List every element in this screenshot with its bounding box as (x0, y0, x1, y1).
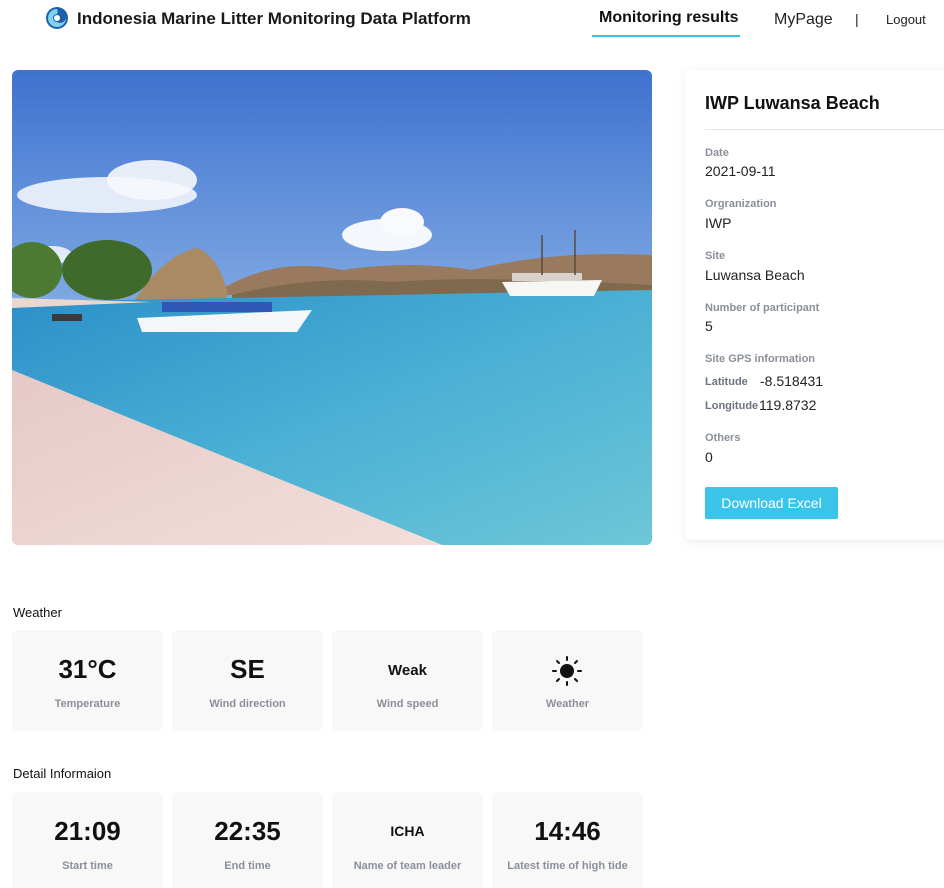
nav-active-indicator (592, 35, 740, 37)
organization-label: Orgranization (705, 198, 777, 210)
team-leader-label: Name of team leader (353, 860, 462, 872)
end-time-value: 22:35 (214, 816, 281, 846)
site-label: Site (705, 250, 726, 262)
app-title: Indonesia Marine Litter Monitoring Data … (77, 9, 471, 28)
top-header: Indonesia Marine Litter Monitoring Data … (0, 0, 944, 40)
participants-label: Number of participant (705, 302, 820, 314)
site-photo (12, 70, 652, 545)
nav-logout[interactable]: Logout (886, 12, 926, 27)
temperature-label: Temperature (54, 698, 121, 710)
high-tide-value: 14:46 (534, 816, 601, 846)
longitude-value: 119.8732 (759, 397, 817, 413)
start-time-label: Start time (62, 860, 113, 872)
start-time-card: 21:09 Start time (12, 792, 163, 888)
temperature-value: 31°C (58, 654, 117, 684)
date-value: 2021-09-11 (705, 163, 776, 179)
temperature-card: 31°C Temperature (12, 630, 163, 731)
team-leader-card: ICHA Name of team leader (332, 792, 483, 888)
wind-direction-card: SE Wind direction (172, 630, 323, 731)
wind-speed-value: Weak (388, 662, 427, 679)
end-time-card: 22:35 End time (172, 792, 323, 888)
nav-separator: | (855, 11, 859, 27)
wind-speed-card: Weak Wind speed (332, 630, 483, 731)
site-title: IWP Luwansa Beach (705, 93, 880, 113)
high-tide-card: 14:46 Latest time of high tide (492, 792, 643, 888)
nav-monitoring-results[interactable]: Monitoring results (599, 9, 739, 27)
wind-speed-label: Wind speed (376, 698, 439, 710)
gps-label: Site GPS information (705, 353, 816, 365)
high-tide-label: Latest time of high tide (507, 860, 628, 872)
organization-value: IWP (705, 215, 732, 231)
wind-direction-label: Wind direction (209, 698, 286, 710)
team-leader-value: ICHA (390, 823, 425, 839)
latitude-label: Latitude (705, 376, 748, 388)
latitude-value: -8.518431 (760, 373, 824, 389)
nav-mypage[interactable]: MyPage (774, 11, 833, 29)
others-label: Others (705, 432, 741, 444)
participants-value: 5 (705, 318, 713, 334)
weather-card: Weather (492, 630, 643, 731)
logo-icon (46, 7, 68, 29)
date-label: Date (705, 147, 729, 159)
download-excel-button[interactable]: Download Excel (705, 487, 838, 519)
weather-section-title: Weather (13, 605, 62, 620)
longitude-label: Longitude (705, 400, 759, 412)
wind-direction-value: SE (230, 654, 265, 684)
divider (705, 129, 944, 130)
site-value: Luwansa Beach (705, 267, 805, 283)
weather-label: Weather (545, 698, 590, 710)
end-time-label: End time (224, 860, 271, 872)
start-time-value: 21:09 (54, 816, 121, 846)
detail-section-title: Detail Informaion (13, 766, 112, 781)
sun-icon (552, 656, 582, 686)
others-value: 0 (705, 449, 713, 465)
site-info-panel: IWP Luwansa Beach Date 2021-09-11 Orgran… (685, 70, 944, 540)
